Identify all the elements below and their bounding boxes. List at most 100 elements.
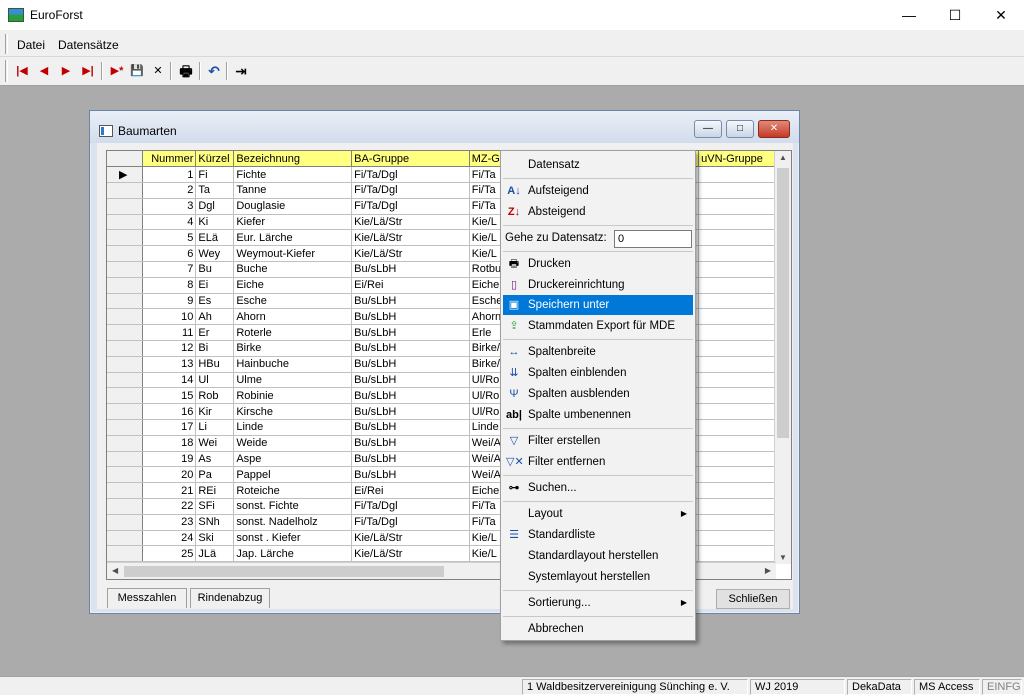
row-selector[interactable] [107,514,144,531]
row-selector[interactable] [107,545,144,563]
menu-datei[interactable]: Datei [17,38,45,52]
row-selector[interactable] [107,403,144,421]
cell-nummer[interactable]: 16 [142,403,197,421]
first-record-icon[interactable]: |◀ [13,62,31,80]
cell-bezeichnung[interactable]: Weymout-Kiefer [233,245,353,263]
menu-spalten-ausblenden[interactable]: Ψ Spalten ausblenden [503,384,693,404]
cell-bezeichnung[interactable]: Douglasie [233,198,353,215]
cell-bezeichnung[interactable]: Eiche [233,277,353,294]
cell-kuerzel[interactable]: Es [195,293,235,310]
cell-bezeichnung[interactable]: Eur. Lärche [233,229,353,247]
menu-spalte-umbenennen[interactable]: ab| Spalte umbenennen [503,405,693,425]
menu-systemlayout[interactable]: Systemlayout herstellen [503,567,693,587]
cell-ba-gruppe[interactable]: Bu/sLbH [351,387,470,405]
cell-kuerzel[interactable]: As [195,451,235,468]
cell-kuerzel[interactable]: JLä [195,545,235,563]
cell-bezeichnung[interactable]: sonst. Fichte [233,498,353,515]
column-header-nummer[interactable]: Nummer [142,151,197,168]
scroll-left-icon[interactable]: ◀ [112,566,118,575]
cell-ba-gruppe[interactable]: Fi/Ta/Dgl [351,166,470,184]
row-selector[interactable] [107,245,144,263]
cell-nummer[interactable]: 14 [142,372,197,389]
row-selector[interactable] [107,372,144,389]
row-selector[interactable] [107,530,144,547]
cell-bezeichnung[interactable]: Esche [233,293,353,310]
cell-nummer[interactable]: 19 [142,451,197,468]
vertical-scrollbar[interactable]: ▲ ▼ [774,151,791,564]
cell-kuerzel[interactable]: Li [195,419,235,436]
cell-kuerzel[interactable]: Rob [195,387,235,405]
cell-kuerzel[interactable]: Ki [195,214,235,231]
cell-ba-gruppe[interactable]: Fi/Ta/Dgl [351,198,470,215]
row-selector[interactable] [107,340,144,357]
row-selector[interactable] [107,387,144,405]
child-close-button[interactable]: ✕ [758,120,790,138]
menu-standardlayout[interactable]: Standardlayout herstellen [503,546,693,566]
menu-datensaetze[interactable]: Datensätze [58,38,119,52]
new-record-icon[interactable]: ▶* [106,62,128,80]
minimize-button[interactable]: — [886,0,932,31]
cell-kuerzel[interactable]: Wei [195,435,235,452]
cell-kuerzel[interactable]: Ei [195,277,235,294]
row-selector[interactable] [107,182,144,199]
horizontal-scroll-thumb[interactable] [124,566,444,577]
row-selector[interactable] [107,451,144,468]
cell-ba-gruppe[interactable]: Bu/sLbH [351,435,470,452]
cell-bezeichnung[interactable]: Ahorn [233,308,353,326]
cell-kuerzel[interactable]: SNh [195,514,235,531]
cell-nummer[interactable]: 8 [142,277,197,294]
menu-absteigend[interactable]: Z↓ Absteigend [503,202,693,222]
row-selector[interactable] [107,419,144,436]
row-selector[interactable] [107,229,144,247]
cell-ba-gruppe[interactable]: Bu/sLbH [351,356,470,373]
cell-bezeichnung[interactable]: Aspe [233,451,353,468]
schliessen-button[interactable]: Schließen [716,589,790,609]
delete-icon[interactable]: ✕ [149,62,167,80]
menu-datensatz[interactable]: Datensatz [503,155,693,175]
row-selector[interactable] [107,293,144,310]
cell-kuerzel[interactable]: REi [195,482,235,500]
row-selector[interactable] [107,277,144,294]
cell-ba-gruppe[interactable]: Kie/Lä/Str [351,545,470,563]
column-header-bezeichnung[interactable]: Bezeichnung [233,151,353,168]
cell-bezeichnung[interactable]: Robinie [233,387,353,405]
cell-ba-gruppe[interactable]: Kie/Lä/Str [351,245,470,263]
cell-nummer[interactable]: 4 [142,214,197,231]
tab-rindenabzug[interactable]: Rindenabzug [190,588,270,608]
cell-kuerzel[interactable]: Pa [195,466,235,484]
cell-ba-gruppe[interactable]: Ei/Rei [351,277,470,294]
cell-kuerzel[interactable]: SFi [195,498,235,515]
menu-speichern-unter[interactable]: ▣ Speichern unter [503,295,693,315]
menu-spalten-einblenden[interactable]: ⇊ Spalten einblenden [503,363,693,383]
vertical-scroll-thumb[interactable] [777,168,789,438]
scroll-up-icon[interactable]: ▲ [779,153,787,162]
cell-nummer[interactable]: 1 [142,166,197,184]
row-selector[interactable]: ▶ [107,166,144,184]
cell-ba-gruppe[interactable]: Fi/Ta/Dgl [351,182,470,199]
cell-ba-gruppe[interactable]: Bu/sLbH [351,419,470,436]
child-maximize-button[interactable]: □ [726,120,754,138]
cell-ba-gruppe[interactable]: Bu/sLbH [351,308,470,326]
cell-nummer[interactable]: 21 [142,482,197,500]
cell-kuerzel[interactable]: Bu [195,261,235,278]
cell-nummer[interactable]: 15 [142,387,197,405]
menu-stammdaten-export[interactable]: ⇪ Stammdaten Export für MDE [503,316,693,336]
cell-ba-gruppe[interactable]: Kie/Lä/Str [351,530,470,547]
cell-kuerzel[interactable]: Kir [195,403,235,421]
row-selector[interactable] [107,324,144,342]
cell-bezeichnung[interactable]: Birke [233,340,353,357]
menu-aufsteigend[interactable]: A↓ Aufsteigend [503,181,693,201]
menu-druckereinrichtung[interactable]: ▯ Druckereinrichtung [503,275,693,295]
menu-drucken[interactable]: 🖶 Drucken [503,254,693,274]
cell-nummer[interactable]: 5 [142,229,197,247]
cell-bezeichnung[interactable]: Jap. Lärche [233,545,353,563]
menu-layout[interactable]: Layout ▶ [503,504,693,524]
scroll-down-icon[interactable]: ▼ [779,553,787,562]
cell-ba-gruppe[interactable]: Bu/sLbH [351,293,470,310]
cell-bezeichnung[interactable]: Tanne [233,182,353,199]
cell-kuerzel[interactable]: Fi [195,166,235,184]
cell-bezeichnung[interactable]: sonst . Kiefer [233,530,353,547]
row-selector[interactable] [107,214,144,231]
cell-kuerzel[interactable]: Er [195,324,235,342]
menu-standardliste[interactable]: ☰ Standardliste [503,525,693,545]
